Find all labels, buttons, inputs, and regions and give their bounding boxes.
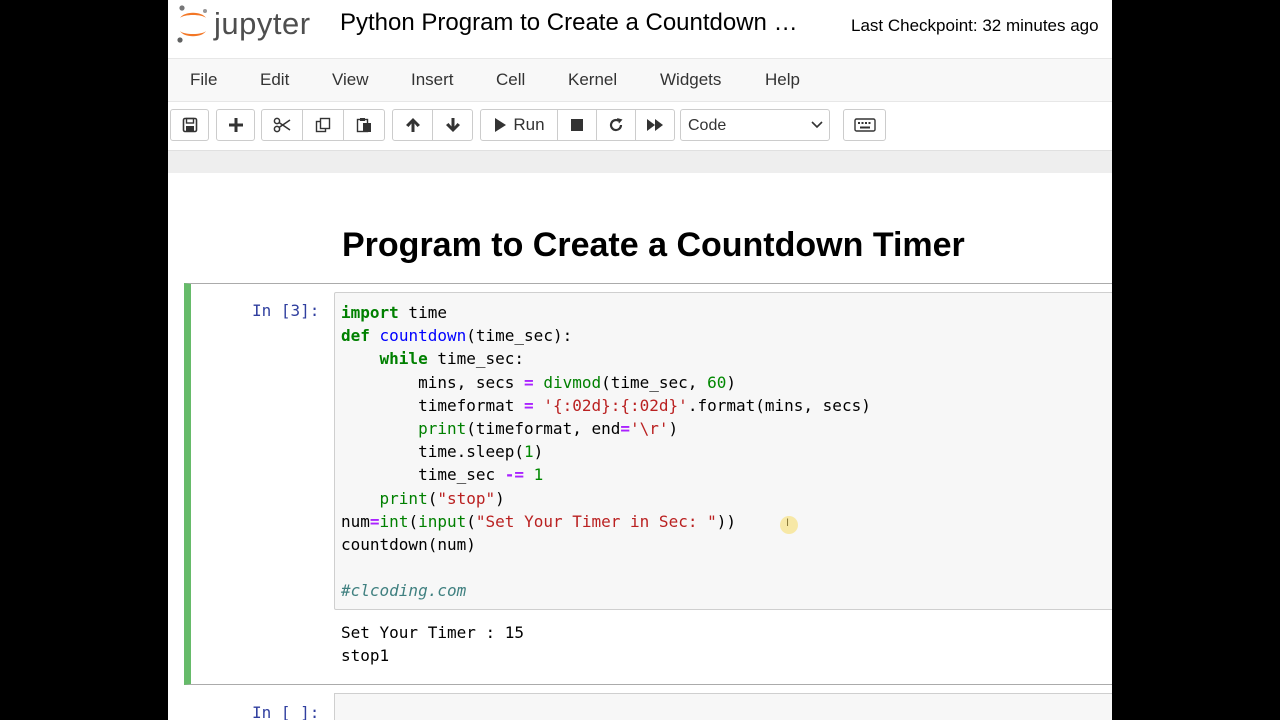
menu-cell[interactable]: Cell (496, 70, 525, 90)
code-line-3: while time_sec: (379, 349, 525, 369)
fast-forward-icon (647, 119, 663, 131)
markdown-heading[interactable]: Program to Create a Countdown Timer (342, 226, 965, 265)
run-icon (495, 118, 507, 132)
notebook-title[interactable]: Python Program to Create a Countdown … (340, 9, 798, 37)
jupyter-logo[interactable]: jupyter (176, 4, 326, 46)
keyboard-icon (853, 118, 876, 132)
checkpoint-status: Last Checkpoint: 32 minutes ago (851, 16, 1099, 35)
menu-kernel[interactable]: Kernel (568, 70, 617, 90)
arrow-down-icon (445, 118, 460, 132)
move-down-button[interactable] (432, 109, 473, 141)
code-line-5: timeformat = '{:02d}:{:02d}'.format(mins… (341, 395, 871, 415)
jupyter-logo-icon (177, 5, 207, 43)
cut-icon (273, 117, 291, 133)
header-separator (168, 150, 1112, 173)
menu-file[interactable]: File (190, 70, 217, 90)
empty-cell-prompt: In [ ]: (252, 703, 320, 720)
cell-type-select[interactable]: Code (680, 109, 830, 141)
copy-icon (315, 117, 331, 133)
code-line-9: print("stop") (379, 488, 505, 508)
move-up-button[interactable] (392, 109, 433, 141)
menu-insert[interactable]: Insert (411, 70, 454, 90)
output-line-2: stop1 (341, 646, 390, 666)
code-line-13: #clcoding.com (341, 581, 467, 601)
plus-icon (228, 118, 243, 132)
cell-type-value: Code (688, 117, 727, 134)
cell-output: Set Your Timer : 15 stop1 (341, 621, 524, 667)
code-line-1: import time (341, 303, 447, 322)
paste-icon (356, 118, 371, 133)
empty-code-editor[interactable] (334, 693, 1112, 720)
cut-button[interactable] (261, 109, 303, 141)
chevron-down-icon (811, 121, 823, 129)
menu-widgets[interactable]: Widgets (660, 70, 721, 90)
menu-help[interactable]: Help (765, 70, 800, 90)
paste-button[interactable] (343, 109, 385, 141)
code-line-10: num=int(input("Set Your Timer in Sec: ")… (341, 511, 736, 531)
code-text[interactable]: import time def countdown(time_sec): whi… (341, 301, 871, 603)
insert-cell-button[interactable] (216, 109, 255, 141)
run-button[interactable]: Run (480, 109, 558, 141)
input-prompt: In [3]: (252, 301, 320, 320)
text-cursor-icon: I (786, 517, 790, 529)
code-line-7: time.sleep(1) (341, 442, 544, 462)
run-label: Run (513, 115, 545, 134)
output-line-1: Set Your Timer : 15 (341, 623, 525, 642)
code-line-11: countdown(num) (341, 535, 476, 555)
header: jupyter Python Program to Create a Count… (168, 0, 1112, 50)
save-button[interactable] (170, 109, 209, 141)
restart-icon (609, 118, 623, 132)
menu-view[interactable]: View (332, 70, 369, 90)
code-line-8: time_sec -= 1 (341, 465, 544, 485)
toolbar: Run Code (168, 106, 1112, 146)
code-line-4: mins, secs = divmod(time_sec, 60) (341, 372, 736, 392)
code-line-2: def countdown(time_sec): (341, 326, 573, 346)
interrupt-button[interactable] (557, 109, 597, 141)
restart-kernel-button[interactable] (596, 109, 636, 141)
copy-button[interactable] (302, 109, 344, 141)
stop-icon (571, 119, 583, 131)
menu-edit[interactable]: Edit (260, 70, 289, 90)
menubar: File Edit View Insert Cell Kernel Widget… (168, 58, 1112, 102)
mouse-cursor-highlight: I (780, 516, 798, 534)
logo-text: jupyter (214, 6, 311, 41)
restart-run-all-button[interactable] (635, 109, 675, 141)
arrow-up-icon (405, 118, 420, 132)
save-icon (182, 117, 197, 133)
command-palette-button[interactable] (843, 109, 886, 141)
jupyter-notebook-app: jupyter Python Program to Create a Count… (168, 0, 1112, 720)
code-line-6: print(timeformat, end='\r') (418, 419, 679, 439)
